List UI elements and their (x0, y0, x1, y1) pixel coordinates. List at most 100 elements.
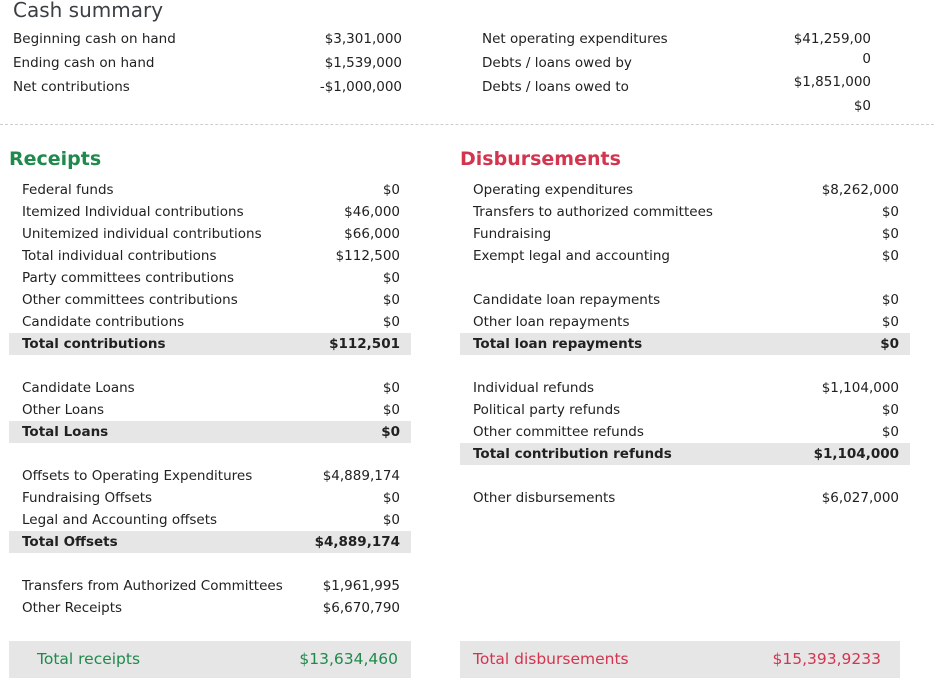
receipts-row: Other Loans $0 (9, 399, 411, 421)
disbursements-row-value: $0 (881, 292, 899, 308)
receipts-total-row: Total Loans $0 (9, 421, 411, 443)
disbursements-row-label: Candidate loan repayments (473, 292, 661, 308)
disbursements-row-label: Political party refunds (473, 402, 621, 418)
disbursements-row-value: $1,104,000 (821, 380, 899, 396)
receipts-row-value: $0 (382, 182, 400, 198)
disbursements-row-value: $0 (881, 204, 899, 220)
total-disbursements-value: $15,393,9233 (772, 650, 881, 668)
disbursements-row-label: Fundraising (473, 226, 552, 242)
disbursements-heading: Disbursements (460, 148, 621, 170)
receipts-row-value: $0 (382, 270, 400, 286)
disbursements-row-label: Other committee refunds (473, 424, 644, 440)
disbursements-row: Other loan repayments $0 (460, 311, 910, 333)
disbursements-row: Exempt legal and accounting $0 (460, 245, 910, 267)
cash-label-beginning: Beginning cash on hand (13, 31, 176, 47)
receipts-row-value: $112,501 (329, 336, 400, 352)
disbursements-row-value: $8,262,000 (821, 182, 899, 198)
receipts-row: Itemized Individual contributions $46,000 (9, 201, 411, 223)
receipts-row-label: Offsets to Operating Expenditures (22, 468, 253, 484)
section-divider (0, 124, 934, 125)
receipts-row-value: $0 (382, 490, 400, 506)
receipts-row-label: Total contributions (22, 336, 166, 352)
disbursements-row-label: Transfers to authorized committees (473, 204, 713, 220)
disbursements-row-label: Exempt legal and accounting (473, 248, 671, 264)
disbursements-row-value: $0 (881, 424, 899, 440)
total-disbursements-label: Total disbursements (473, 650, 629, 668)
disbursements-row: Transfers to authorized committees $0 (460, 201, 910, 223)
cash-value-net-contributions: -$1,000,000 (319, 79, 402, 95)
receipts-row: Other Receipts $6,670,790 (9, 597, 411, 619)
total-disbursements-bar: Total disbursements $15,393,9233 (460, 641, 900, 678)
receipts-row: Transfers from Authorized Committees $1,9… (9, 575, 411, 597)
disbursements-row-value: $0 (881, 248, 899, 264)
receipts-row-label: Total individual contributions (22, 248, 217, 264)
total-receipts-value: $13,634,460 (299, 650, 398, 668)
total-receipts-bar: Total receipts $13,634,460 (9, 641, 411, 678)
receipts-row: Other committees contributions $0 (9, 289, 411, 311)
disbursements-row-label: Total loan repayments (473, 336, 643, 352)
receipts-heading: Receipts (9, 148, 102, 170)
receipts-row-value: $6,670,790 (322, 600, 400, 616)
receipts-row: Total individual contributions $112,500 (9, 245, 411, 267)
receipts-row: Federal funds $0 (9, 179, 411, 201)
disbursements-row-label: Operating expenditures (473, 182, 634, 198)
disbursements-row: Candidate loan repayments $0 (460, 289, 910, 311)
receipts-row-label: Other Loans (22, 402, 105, 418)
cash-value-right-2: 0 (862, 51, 871, 67)
disbursements-row-label: Other loan repayments (473, 314, 630, 330)
disbursements-total-row: Total contribution refunds $1,104,000 (460, 443, 910, 465)
receipts-row-value: $0 (382, 314, 400, 330)
receipts-row-value: $46,000 (344, 204, 400, 220)
receipts-row: Legal and Accounting offsets $0 (9, 509, 411, 531)
disbursements-row: Individual refunds $1,104,000 (460, 377, 910, 399)
disbursements-row-label: Total contribution refunds (473, 446, 672, 462)
receipts-row-value: $1,961,995 (322, 578, 400, 594)
receipts-row-label: Fundraising Offsets (22, 490, 153, 506)
receipts-row: Candidate contributions $0 (9, 311, 411, 333)
cash-value-right-3: $1,851,000 (793, 74, 871, 90)
receipts-row-label: Transfers from Authorized Committees (22, 578, 283, 594)
receipts-row: Offsets to Operating Expenditures $4,889,… (9, 465, 411, 487)
disbursements-row: Operating expenditures $8,262,000 (460, 179, 910, 201)
disbursements-row: Fundraising $0 (460, 223, 910, 245)
receipts-row-value: $0 (382, 402, 400, 418)
cash-label-ending: Ending cash on hand (13, 55, 155, 71)
cash-summary-title: Cash summary (13, 0, 164, 22)
receipts-total-row: Total contributions $112,501 (9, 333, 411, 355)
receipts-row-label: Legal and Accounting offsets (22, 512, 218, 528)
disbursements-row: Political party refunds $0 (460, 399, 910, 421)
disbursements-total-row: Total loan repayments $0 (460, 333, 910, 355)
receipts-row-value: $4,889,174 (314, 534, 400, 550)
disbursements-row-label: Individual refunds (473, 380, 595, 396)
receipts-row-label: Other Receipts (22, 600, 123, 616)
cash-value-right-1: $41,259,00 (793, 31, 871, 47)
receipts-row-label: Unitemized individual contributions (22, 226, 262, 242)
disbursements-row-value: $0 (881, 402, 899, 418)
receipts-row-label: Federal funds (22, 182, 114, 198)
receipts-row-value: $0 (382, 380, 400, 396)
receipts-row-label: Candidate Loans (22, 380, 135, 396)
disbursements-row-label: Other disbursements (473, 490, 616, 506)
cash-label-net-contributions: Net contributions (13, 79, 130, 95)
cash-value-beginning: $3,301,000 (324, 31, 402, 47)
receipts-row-label: Total Offsets (22, 534, 118, 550)
receipts-row-value: $66,000 (344, 226, 400, 242)
receipts-row-value: $0 (382, 292, 400, 308)
receipts-row-label: Candidate contributions (22, 314, 185, 330)
disbursements-row-value: $0 (881, 314, 899, 330)
disbursements-row-value: $6,027,000 (821, 490, 899, 506)
disbursements-row: Other committee refunds $0 (460, 421, 910, 443)
disbursements-row-value: $0 (880, 336, 899, 352)
receipts-total-row: Total Offsets $4,889,174 (9, 531, 411, 553)
receipts-row-value: $0 (382, 512, 400, 528)
receipts-row-value: $0 (381, 424, 400, 440)
total-receipts-label: Total receipts (37, 650, 141, 668)
disbursements-row-value: $0 (881, 226, 899, 242)
receipts-row: Candidate Loans $0 (9, 377, 411, 399)
receipts-row-label: Party committees contributions (22, 270, 235, 286)
receipts-row: Fundraising Offsets $0 (9, 487, 411, 509)
cash-value-right-4: $0 (853, 98, 871, 114)
receipts-row-value: $4,889,174 (322, 468, 400, 484)
disbursements-row: Other disbursements $6,027,000 (460, 487, 910, 509)
receipts-row: Unitemized individual contributions $66,0… (9, 223, 411, 245)
